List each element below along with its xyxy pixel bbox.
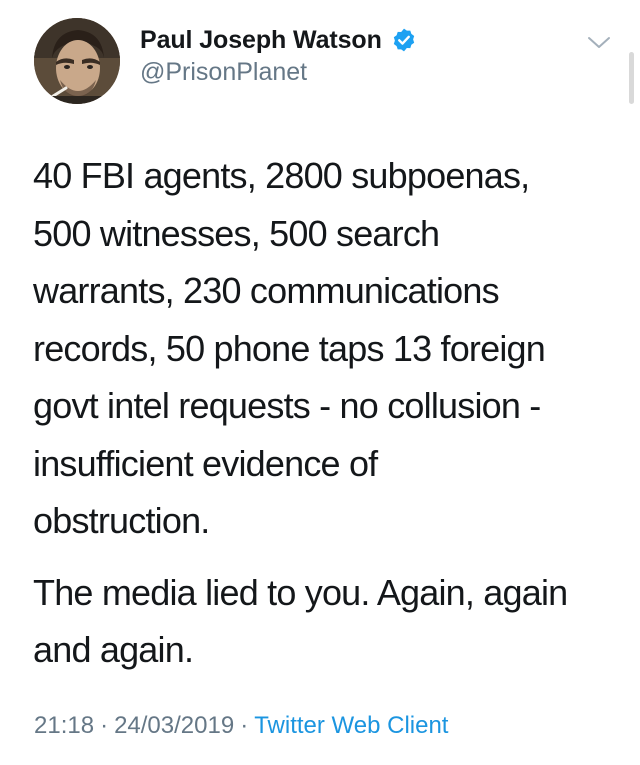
meta-separator: · bbox=[240, 712, 249, 739]
avatar[interactable] bbox=[34, 18, 120, 104]
tweet-time[interactable]: 21:18 bbox=[34, 712, 94, 739]
author-block[interactable]: Paul Joseph Watson @PrisonPlanet bbox=[140, 23, 560, 87]
handle[interactable]: @PrisonPlanet bbox=[140, 58, 560, 87]
display-name[interactable]: Paul Joseph Watson bbox=[140, 26, 382, 55]
tweet-meta: 21:18 · 24/03/2019 · Twitter Web Client bbox=[34, 712, 448, 740]
tweet-client-link[interactable]: Twitter Web Client bbox=[254, 712, 448, 739]
verified-badge-icon bbox=[391, 27, 417, 53]
avatar-photo bbox=[34, 18, 120, 104]
name-row: Paul Joseph Watson bbox=[140, 23, 560, 57]
tweet-paragraph: 40 FBI agents, 2800 subpoenas, 500 witne… bbox=[33, 155, 546, 541]
tweet-paragraph: The media lied to you. Again, again and … bbox=[33, 571, 568, 671]
scrollbar[interactable] bbox=[629, 52, 634, 104]
meta-separator: · bbox=[100, 712, 109, 739]
tweet-date[interactable]: 24/03/2019 bbox=[114, 712, 234, 739]
tweet-text: 40 FBI agents, 2800 subpoenas, 500 witne… bbox=[33, 147, 618, 679]
tweet-card: Paul Joseph Watson @PrisonPlanet 40 FBI … bbox=[0, 0, 640, 765]
chevron-down-icon[interactable] bbox=[585, 32, 613, 52]
